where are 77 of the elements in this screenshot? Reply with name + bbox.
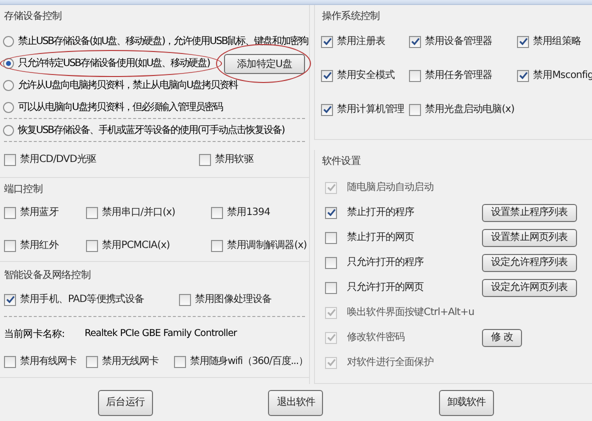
group-title: 智能设备及网络控制 xyxy=(4,270,90,282)
checkbox-label: 禁用软驱 xyxy=(215,152,254,168)
checkbox-label: 禁用随身wifi（360/百度...） xyxy=(190,354,308,370)
checkbox-label: 禁用CD/DVD光驱 xyxy=(20,152,96,168)
checkbox[interactable] xyxy=(86,206,98,219)
checkbox[interactable] xyxy=(174,356,186,368)
checkbox[interactable] xyxy=(4,154,16,166)
checkbox[interactable] xyxy=(86,356,98,368)
checkbox[interactable] xyxy=(325,256,337,269)
checkbox[interactable] xyxy=(4,356,16,368)
checkbox-label: 禁用蓝牙 xyxy=(20,206,58,220)
group-title: 端口控制 xyxy=(4,184,42,196)
checkbox-label: 禁用调制解调器(x) xyxy=(227,238,307,254)
checkbox[interactable] xyxy=(325,232,337,244)
group-title: 操作系统控制 xyxy=(322,11,380,22)
push-button[interactable]: 设定允许程序列表 xyxy=(482,254,577,272)
checkbox[interactable] xyxy=(4,240,16,252)
group-title: 软件设置 xyxy=(322,156,360,168)
checkbox[interactable] xyxy=(4,294,16,306)
checkbox-label: 禁用安全模式 xyxy=(337,68,395,84)
radio-label: 可以从电脑向U盘拷贝资料，但必须输入管理员密码 xyxy=(18,100,222,115)
checkbox-label: 只允许打开的网页 xyxy=(347,280,424,296)
checkbox-label: 禁用图像处理设备 xyxy=(195,292,272,308)
checkbox[interactable] xyxy=(517,36,529,48)
checkbox-label: 禁止打开的网页 xyxy=(347,230,414,246)
checkbox-label: 修改软件密码 xyxy=(347,330,405,346)
push-button[interactable]: 设置禁止网页列表 xyxy=(482,228,577,247)
checkbox-label: 只允许打开的程序 xyxy=(347,256,424,270)
checkbox[interactable] xyxy=(517,70,529,82)
radio-label: 只允许特定USB存储设备使用(如U盘、移动硬盘) xyxy=(18,56,210,71)
checkbox[interactable] xyxy=(321,70,333,82)
checkbox[interactable] xyxy=(211,240,223,252)
push-button[interactable]: 设置禁止程序列表 xyxy=(482,204,577,222)
checkbox[interactable] xyxy=(211,206,223,219)
checkbox-label: 禁用无线网卡 xyxy=(102,354,158,370)
checkbox-label: 禁用串口/并口(x) xyxy=(102,206,176,220)
push-button[interactable]: 卸载软件 xyxy=(439,390,494,416)
checkbox[interactable] xyxy=(325,206,337,219)
checkbox-label: 禁用1394 xyxy=(227,206,270,220)
checkbox[interactable] xyxy=(409,70,421,82)
checkbox-label: 禁止打开的程序 xyxy=(347,206,414,220)
checkbox-label: 禁用PCMCIA(x) xyxy=(102,238,170,254)
checkbox[interactable] xyxy=(4,206,16,219)
checkbox[interactable] xyxy=(179,294,191,306)
radio-button[interactable] xyxy=(3,124,14,136)
netcard-value: Realtek PCIe GBE Family Controller xyxy=(84,327,237,342)
checkbox-label: 禁用任务管理器 xyxy=(425,68,492,84)
checkbox-label: 禁用设备管理器 xyxy=(425,34,492,50)
checkbox-label: 禁用组策略 xyxy=(533,34,582,50)
group-title: 存储设备控制 xyxy=(4,11,62,22)
radio-label: 允许从U盘向电脑拷贝资料，禁止从电脑向U盘拷贝资料 xyxy=(18,78,238,93)
checkbox[interactable] xyxy=(409,104,421,116)
radio-button[interactable] xyxy=(3,36,14,47)
checkbox-label: 对软件进行全面保护 xyxy=(347,356,434,370)
netcard-label: 当前网卡名称: xyxy=(4,328,65,342)
radio-button[interactable] xyxy=(3,58,14,69)
checkbox-label: 禁用手机、PAD等便携式设备 xyxy=(20,292,144,308)
push-button[interactable]: 设定允许网页列表 xyxy=(482,278,577,297)
radio-label: 恢复USB存储设备、手机或蓝牙等设备的使用(可手动点击恢复设备) xyxy=(18,124,284,138)
push-button[interactable]: 退出软件 xyxy=(268,390,324,416)
checkbox[interactable] xyxy=(325,282,337,294)
radio-button[interactable] xyxy=(3,102,14,113)
checkbox[interactable] xyxy=(409,36,421,48)
checkbox[interactable] xyxy=(86,240,98,252)
checkbox-label: 唤出软件界面按键Ctrl+Alt+u xyxy=(347,306,474,320)
push-button[interactable]: 添加特定U盘 xyxy=(224,54,305,74)
checkbox-label: 禁用有线网卡 xyxy=(20,354,76,370)
checkbox-label: 禁用红外 xyxy=(20,238,58,254)
checkbox[interactable] xyxy=(199,154,211,166)
checkbox-label: 禁用注册表 xyxy=(337,34,386,50)
checkbox[interactable] xyxy=(321,104,333,116)
push-button[interactable]: 后台运行 xyxy=(98,390,153,416)
checkbox[interactable] xyxy=(321,36,333,48)
checkbox-label: 随电脑启动自动启动 xyxy=(347,180,434,196)
checkbox-label: 禁用计算机管理 xyxy=(337,102,404,118)
radio-button[interactable] xyxy=(3,80,14,91)
checkbox-label: 禁用光盘启动电脑(x) xyxy=(425,102,514,118)
